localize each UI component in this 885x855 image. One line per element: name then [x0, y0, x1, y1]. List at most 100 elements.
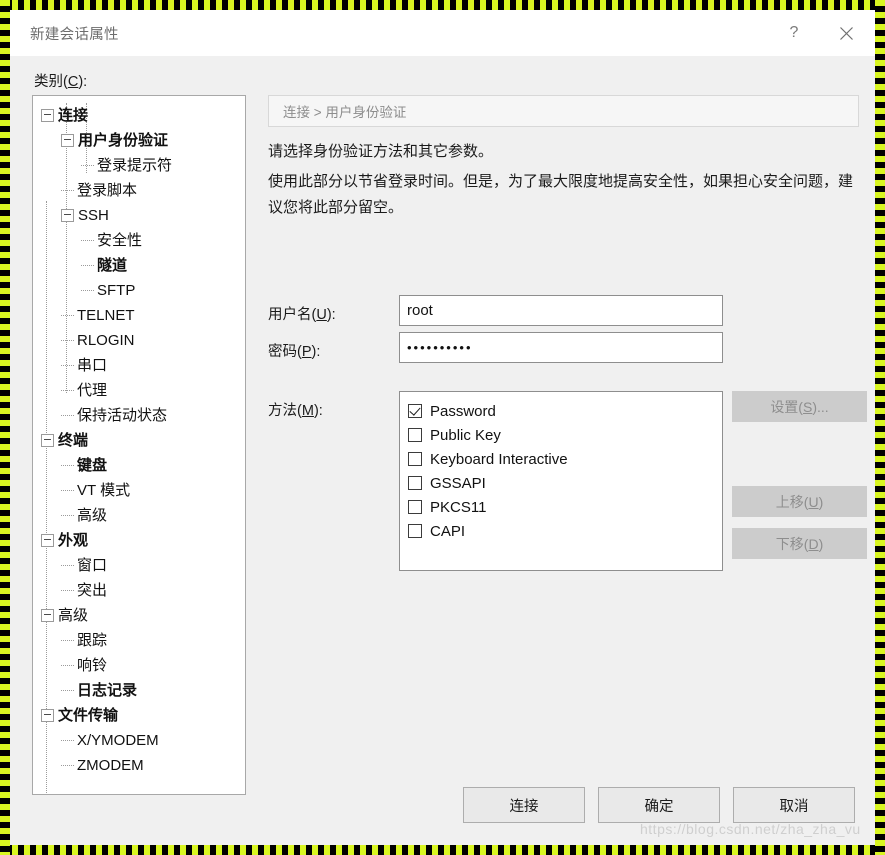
tree-item[interactable]: 跟踪 [33, 628, 245, 653]
tree-elbow-icon [81, 285, 94, 296]
pane-description-line1: 请选择身份验证方法和其它参数。 [268, 143, 494, 160]
tree-item[interactable]: 高级 [33, 503, 245, 528]
settings-button[interactable]: 设置(S)... [732, 391, 867, 422]
method-label-suffix: ): [313, 403, 323, 419]
tree-elbow-icon [61, 460, 74, 471]
tree-expander-icon[interactable] [41, 609, 54, 622]
tree-elbow-icon [81, 260, 94, 271]
checkbox-unchecked-icon[interactable] [408, 476, 422, 490]
checkbox-unchecked-icon[interactable] [408, 428, 422, 442]
category-label-prefix: 类别( [34, 74, 68, 90]
tree-item-label: 响铃 [77, 657, 108, 674]
move-down-button[interactable]: 下移(D) [732, 528, 867, 559]
tree-expander-icon[interactable] [61, 134, 74, 147]
tree-item[interactable]: 安全性 [33, 228, 245, 253]
tree-item[interactable]: 登录提示符 [33, 153, 245, 178]
tree-item[interactable]: 隧道 [33, 253, 245, 278]
checkbox-unchecked-icon[interactable] [408, 500, 422, 514]
tree-item[interactable]: 终端 [33, 428, 245, 453]
tree-expander-icon[interactable] [41, 109, 54, 122]
tree-item[interactable]: 代理 [33, 378, 245, 403]
tree-expander-icon[interactable] [41, 709, 54, 722]
tree-item[interactable]: 串口 [33, 353, 245, 378]
password-input[interactable] [399, 332, 723, 363]
tree-elbow-icon [61, 735, 74, 746]
tree-item[interactable]: 用户身份验证 [33, 128, 245, 153]
category-label-accel: C [67, 74, 79, 90]
ok-button[interactable]: 确定 [598, 787, 720, 823]
tree-expander-icon[interactable] [41, 534, 54, 547]
tree-item[interactable]: 窗口 [33, 553, 245, 578]
username-input[interactable] [399, 295, 723, 326]
auth-method-item[interactable]: Keyboard Interactive [408, 447, 722, 471]
tree-item[interactable]: X/YMODEM [33, 728, 245, 753]
tree-item-label: SFTP [97, 282, 136, 299]
tree-item-label: 跟踪 [77, 632, 108, 649]
tree-elbow-icon [61, 760, 74, 771]
auth-method-label: Public Key [430, 426, 501, 444]
tree-item-label: TELNET [77, 307, 135, 324]
tree-item[interactable]: 保持活动状态 [33, 403, 245, 428]
tree-elbow-icon [61, 335, 74, 346]
hazard-border-left [0, 0, 10, 855]
tree-elbow-icon [81, 160, 94, 171]
auth-method-item[interactable]: GSSAPI [408, 471, 722, 495]
password-label-suffix: ): [311, 344, 321, 360]
tree-item-label: RLOGIN [77, 332, 135, 349]
tree-item[interactable]: 连接 [33, 103, 245, 128]
tree-expander-icon[interactable] [41, 434, 54, 447]
tree-item[interactable]: SFTP [33, 278, 245, 303]
hazard-border-bottom [0, 845, 885, 855]
auth-method-label: GSSAPI [430, 474, 486, 492]
close-icon[interactable] [823, 10, 869, 56]
help-icon[interactable]: ? [771, 10, 817, 56]
tree-item-label: 高级 [58, 607, 89, 624]
tree-item[interactable]: 突出 [33, 578, 245, 603]
tree-item[interactable]: SSH [33, 203, 245, 228]
checkbox-unchecked-icon[interactable] [408, 524, 422, 538]
checkbox-checked-icon[interactable] [408, 404, 422, 418]
tree-item-label: 窗口 [77, 557, 108, 574]
cancel-button[interactable]: 取消 [733, 787, 855, 823]
tree-item[interactable]: 响铃 [33, 653, 245, 678]
auth-method-item[interactable]: Password [408, 399, 722, 423]
tree-item[interactable]: 外观 [33, 528, 245, 553]
auth-method-list[interactable]: Password Public Key Keyboard Interactive GS… [399, 391, 723, 571]
tree-elbow-icon [61, 485, 74, 496]
tree-item[interactable]: 键盘 [33, 453, 245, 478]
tree-elbow-icon [61, 585, 74, 596]
button-label-accel: D [808, 535, 819, 552]
tree-item[interactable]: ZMODEM [33, 753, 245, 778]
tree-item[interactable]: 文件传输 [33, 703, 245, 728]
tree-elbow-icon [81, 235, 94, 246]
tree-item[interactable]: 高级 [33, 603, 245, 628]
auth-method-item[interactable]: Public Key [408, 423, 722, 447]
tree-item[interactable]: 登录脚本 [33, 178, 245, 203]
category-tree-panel[interactable]: 连接用户身份验证登录提示符 登录脚本 SSH 安全性隧道 SFTP TELNET RLOGI… [32, 95, 246, 795]
tree-expander-icon[interactable] [61, 209, 74, 222]
tree-item[interactable]: VT 模式 [33, 478, 245, 503]
tree-item-label: 用户身份验证 [78, 132, 169, 149]
tree-item-label: 保持活动状态 [77, 407, 168, 424]
tree-item[interactable]: 日志记录 [33, 678, 245, 703]
move-up-button[interactable]: 上移(U) [732, 486, 867, 517]
method-label: 方法(M): [268, 399, 323, 420]
tree-item-label: 串口 [77, 357, 108, 374]
connect-button[interactable]: 连接 [463, 787, 585, 823]
auth-method-item[interactable]: CAPI [408, 519, 722, 543]
auth-method-item[interactable]: PKCS11 [408, 495, 722, 519]
tree-elbow-icon [61, 310, 74, 321]
button-label-prefix: 上移( [775, 493, 809, 510]
tree-item-label: X/YMODEM [77, 732, 159, 749]
tree-elbow-icon [61, 510, 74, 521]
tree-item[interactable]: RLOGIN [33, 328, 245, 353]
button-label-suffix: ) [818, 493, 824, 510]
category-label: 类别(C): [34, 70, 87, 91]
dialog-title: 新建会话属性 [30, 26, 119, 43]
tree-item[interactable]: TELNET [33, 303, 245, 328]
tree-item-label: 隧道 [97, 257, 128, 274]
breadcrumb: 连接 > 用户身份验证 [268, 95, 859, 127]
tree-elbow-icon [61, 385, 74, 396]
checkbox-unchecked-icon[interactable] [408, 452, 422, 466]
password-label: 密码(P): [268, 340, 320, 361]
